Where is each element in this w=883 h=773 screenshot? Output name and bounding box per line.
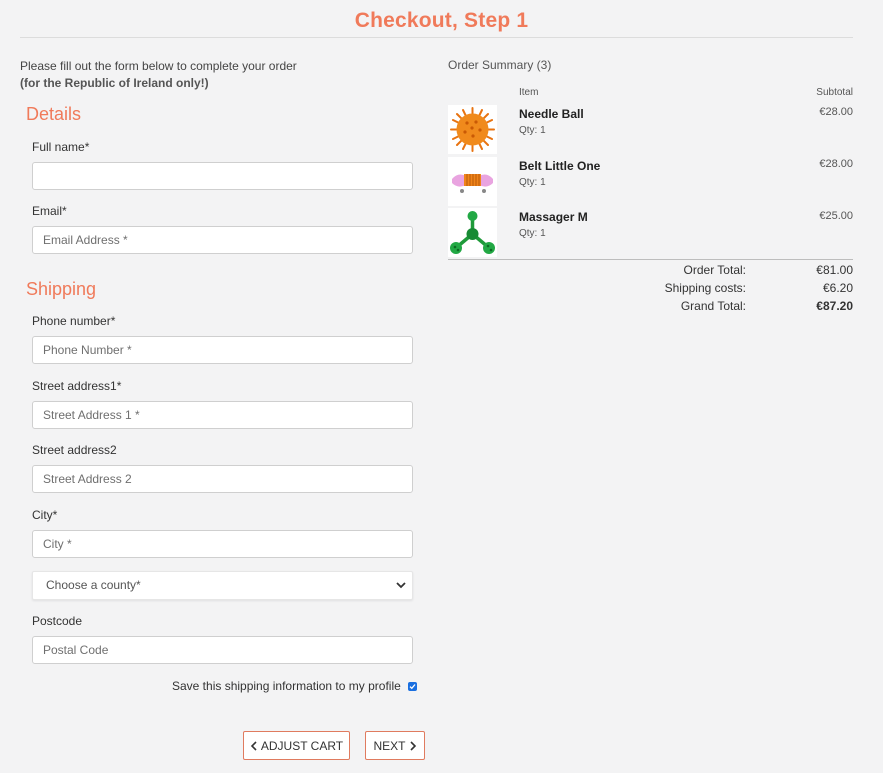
chevron-down-icon (396, 582, 406, 589)
city-label: City* (32, 508, 58, 522)
page-title: Checkout, Step 1 (354, 9, 529, 32)
postcode-label: Postcode (32, 614, 83, 628)
postcode-input[interactable] (32, 636, 413, 664)
spiky-ball-icon (450, 107, 495, 152)
shipping-cost-label: Shipping costs: (664, 281, 746, 295)
intro-line: Please fill out the form below to comple… (20, 59, 297, 73)
grand-total-label: Grand Total: (680, 299, 746, 313)
check-icon (409, 683, 416, 689)
grand-total-value: €87.20 (816, 299, 853, 313)
full-name-label: Full name* (32, 140, 90, 154)
intro-text: Please fill out the form below to comple… (20, 58, 297, 92)
item-price: €28.00 (819, 106, 853, 118)
phone-input[interactable] (32, 336, 413, 364)
county-select[interactable]: Choose a county* (32, 571, 413, 600)
chevron-left-icon (250, 740, 257, 751)
belt-icon (452, 174, 493, 193)
item-name: Belt Little One (519, 159, 601, 173)
street1-label: Street address1* (32, 379, 122, 393)
massager-image (448, 208, 497, 257)
full-name-input[interactable] (32, 162, 413, 190)
adjust-cart-button[interactable]: ADJUST CART (243, 731, 350, 760)
chevron-right-icon (409, 740, 416, 751)
adjust-cart-label: ADJUST CART (260, 738, 344, 753)
next-button[interactable]: NEXT (365, 731, 425, 760)
shipping-heading: Shipping (26, 279, 97, 299)
item-column-header: Item (519, 87, 539, 98)
city-input[interactable] (32, 530, 413, 558)
details-heading: Details (26, 104, 82, 124)
summary-divider (448, 259, 853, 260)
belt-image (448, 157, 497, 206)
item-name: Massager M (519, 210, 588, 224)
item-qty: Qty: 1 (519, 177, 546, 188)
item-price: €25.00 (819, 210, 853, 222)
county-select-value: Choose a county* (46, 578, 141, 592)
shipping-cost-value: €6.20 (822, 281, 853, 295)
massager-icon (450, 211, 495, 254)
save-info-row: Save this shipping information to my pro… (172, 679, 417, 693)
item-price: €28.00 (819, 158, 853, 170)
next-label: NEXT (373, 738, 406, 753)
email-label: Email* (32, 204, 67, 218)
save-info-checkbox[interactable] (407, 681, 417, 691)
save-info-label: Save this shipping information to my pro… (172, 679, 401, 693)
order-total-label: Order Total: (683, 263, 746, 277)
phone-label: Phone number* (32, 314, 116, 328)
email-input[interactable] (32, 226, 413, 254)
order-total-value: €81.00 (816, 263, 853, 277)
subtotal-column-header: Subtotal (816, 87, 853, 98)
item-qty: Qty: 1 (519, 228, 546, 239)
street1-input[interactable] (32, 401, 413, 429)
street2-input[interactable] (32, 465, 413, 493)
item-name: Needle Ball (519, 107, 584, 121)
item-qty: Qty: 1 (519, 125, 546, 136)
street2-label: Street address2 (32, 443, 117, 457)
title-divider (20, 37, 853, 38)
intro-note: (for the Republic of Ireland only!) (20, 76, 209, 90)
order-summary-title: Order Summary (3) (448, 58, 552, 72)
needle-ball-image (448, 105, 497, 154)
